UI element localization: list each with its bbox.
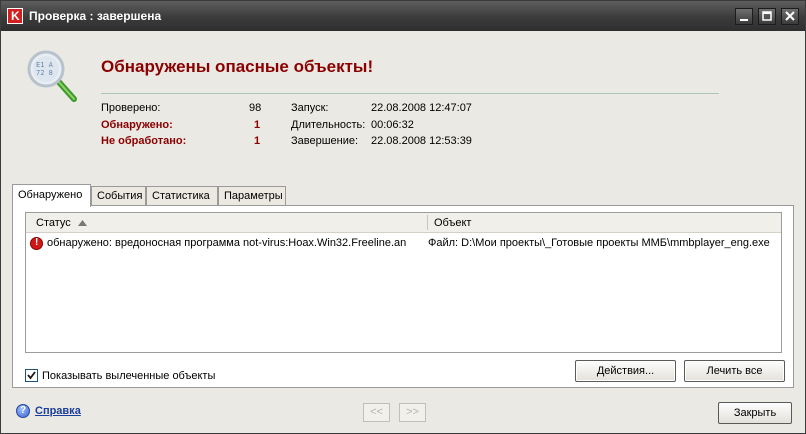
forward-button[interactable]: >> bbox=[399, 403, 426, 422]
maximize-icon bbox=[762, 11, 772, 21]
kaspersky-logo-icon bbox=[7, 8, 23, 24]
detected-panel: Статус Объект обнаружено: вредоносная пр… bbox=[12, 205, 794, 388]
scan-window: Проверка : завершена E1 A 72 8 Обнаружен… bbox=[0, 0, 806, 434]
detected-list[interactable]: Статус Объект обнаружено: вредоносная пр… bbox=[25, 212, 782, 353]
close-icon bbox=[785, 11, 795, 21]
duration-value: 00:06:32 bbox=[371, 119, 414, 131]
header-divider bbox=[101, 93, 719, 94]
error-icon bbox=[30, 237, 43, 250]
checked-label: Проверено: bbox=[101, 102, 161, 114]
column-object-label: Объект bbox=[434, 217, 472, 229]
minimize-icon bbox=[740, 19, 748, 21]
cure-all-button[interactable]: Лечить все bbox=[684, 360, 785, 382]
back-button[interactable]: << bbox=[363, 403, 390, 422]
tab-parameters[interactable]: Параметры bbox=[218, 186, 286, 205]
column-divider[interactable] bbox=[427, 215, 428, 230]
close-window-button[interactable] bbox=[781, 8, 799, 25]
help-icon[interactable]: ? bbox=[16, 404, 30, 418]
minimize-button[interactable] bbox=[735, 8, 753, 25]
finish-value: 22.08.2008 12:53:39 bbox=[371, 135, 472, 147]
title-bar[interactable]: Проверка : завершена bbox=[1, 1, 805, 31]
sort-ascending-icon bbox=[77, 220, 87, 226]
finish-label: Завершение: bbox=[291, 135, 359, 147]
unprocessed-label: Не обработано: bbox=[101, 135, 187, 147]
column-object[interactable]: Объект bbox=[434, 217, 471, 229]
tab-statistics[interactable]: Статистика bbox=[146, 186, 218, 205]
tab-detected[interactable]: Обнаружено bbox=[12, 184, 91, 207]
maximize-button[interactable] bbox=[758, 8, 776, 25]
table-row[interactable]: обнаружено: вредоносная программа not-vi… bbox=[26, 235, 781, 253]
start-label: Запуск: bbox=[291, 102, 329, 114]
column-status[interactable]: Статус bbox=[36, 217, 87, 229]
svg-text:E1 A: E1 A bbox=[36, 61, 54, 69]
tab-events[interactable]: События bbox=[91, 186, 146, 205]
unprocessed-value: 1 bbox=[254, 135, 261, 147]
checked-value: 98 bbox=[249, 102, 262, 114]
detected-value: 1 bbox=[254, 119, 261, 131]
window-title: Проверка : завершена bbox=[29, 9, 162, 23]
magnifier-scan-icon: E1 A 72 8 bbox=[27, 50, 77, 102]
checkmark-icon bbox=[27, 371, 36, 380]
close-button[interactable]: Закрыть bbox=[718, 402, 792, 424]
detected-label: Обнаружено: bbox=[101, 119, 173, 131]
start-value: 22.08.2008 12:47:07 bbox=[371, 102, 472, 114]
show-cured-label[interactable]: Показывать вылеченные объекты bbox=[42, 370, 215, 382]
help-link[interactable]: Справка bbox=[35, 405, 81, 417]
column-status-label: Статус bbox=[36, 217, 71, 229]
duration-label: Длительность: bbox=[291, 119, 366, 131]
row-status: обнаружено: вредоносная программа not-vi… bbox=[47, 237, 407, 249]
row-object: Файл: D:\Мои проекты\_Готовые проекты ММ… bbox=[428, 237, 770, 249]
list-header: Статус Объект bbox=[26, 213, 781, 233]
header-title: Обнаружены опасные объекты! bbox=[101, 57, 374, 76]
show-cured-checkbox[interactable] bbox=[25, 369, 38, 382]
actions-button[interactable]: Действия... bbox=[575, 360, 676, 382]
svg-text:72 8: 72 8 bbox=[36, 69, 53, 77]
